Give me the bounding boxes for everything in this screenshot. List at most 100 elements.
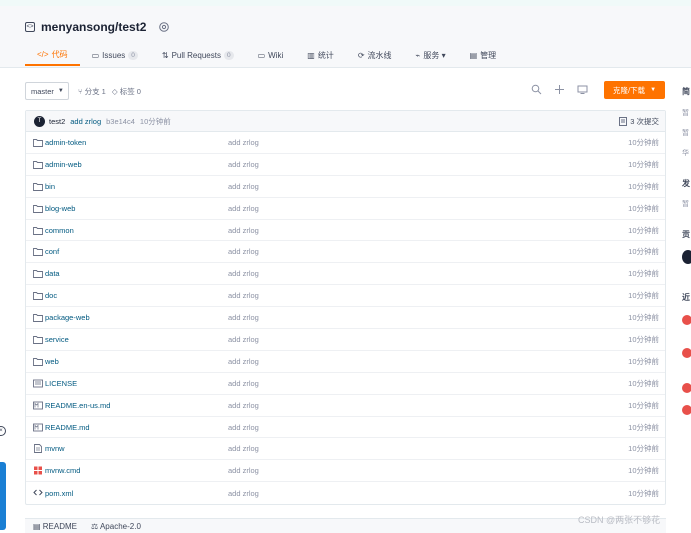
table-row: mvnw add zrlog 10分钟前 (26, 438, 665, 461)
file-name-link[interactable]: admin-token (45, 138, 86, 147)
file-table: T test2 add zrlog b3e14c4 10分钟前 3 次提交 ad… (25, 110, 666, 506)
file-commit-time: 10分钟前 (628, 225, 659, 235)
contributor-avatar[interactable] (682, 250, 691, 264)
recent-activity-dot[interactable] (682, 348, 691, 358)
file-name-link[interactable]: admin-web (45, 160, 82, 169)
file-name-link[interactable]: README.md (45, 423, 90, 432)
search-icon[interactable] (531, 84, 542, 95)
table-row: doc add zrlog 10分钟前 (26, 285, 665, 308)
file-name-link[interactable]: web (45, 357, 59, 366)
code-icon: </> (37, 49, 49, 59)
recent-activity-dot[interactable] (682, 315, 691, 325)
repo-title-link[interactable]: menyansong/test2 (41, 20, 146, 34)
file-commit-message[interactable]: add zrlog (228, 226, 259, 235)
file-commit-time: 10分钟前 (628, 247, 659, 257)
clone-download-button[interactable]: 克隆/下载 ▼ (604, 81, 665, 99)
plus-icon[interactable] (554, 84, 565, 95)
file-name-link[interactable]: service (45, 335, 69, 344)
file-commit-message[interactable]: add zrlog (228, 444, 259, 453)
tab-3[interactable]: ▭ Wiki (246, 44, 296, 66)
book-icon: ▤ (33, 521, 43, 531)
tab-count-badge: 0 (128, 50, 138, 60)
file-name-link[interactable]: doc (45, 291, 57, 300)
commit-hash[interactable]: b3e14c4 (106, 117, 135, 126)
clone-download-label: 克隆/下载 (612, 85, 646, 95)
table-row: admin-token add zrlog 10分钟前 (26, 132, 665, 154)
tab-0[interactable]: </> 代码 (25, 44, 80, 66)
avatar[interactable]: T (34, 115, 45, 127)
tab-2[interactable]: ⇅ Pull Requests 0 (150, 44, 246, 66)
file-commit-message[interactable]: add zrlog (228, 247, 259, 256)
folder-icon (33, 226, 43, 235)
file-commit-message[interactable]: add zrlog (228, 489, 259, 498)
folder-icon (33, 357, 43, 366)
pipeline-icon: ⟳ (357, 50, 365, 60)
file-name-link[interactable]: data (45, 269, 60, 278)
file-commit-message[interactable]: add zrlog (228, 138, 259, 147)
code-file-icon (33, 488, 43, 497)
license-icon (33, 379, 43, 388)
file-commit-message[interactable]: add zrlog (228, 269, 259, 278)
file-name-link[interactable]: blog-web (45, 204, 75, 213)
file-name-link[interactable]: LICENSE (45, 379, 77, 388)
file-name-link[interactable]: mvnw (45, 444, 65, 453)
commit-count-link[interactable]: 3 次提交 (619, 116, 659, 127)
branch-count-link[interactable]: ⑂ 分支 1 (78, 86, 106, 97)
file-commit-message[interactable]: add zrlog (228, 379, 259, 388)
file-commit-message[interactable]: add zrlog (228, 423, 259, 432)
file-commit-time: 10分钟前 (628, 181, 659, 191)
file-commit-time: 10分钟前 (628, 269, 659, 279)
file-commit-message[interactable]: add zrlog (228, 291, 259, 300)
file-name-link[interactable]: mvnw.cmd (45, 466, 80, 475)
table-row: conf add zrlog 10分钟前 (26, 241, 665, 264)
floating-help-widget[interactable] (0, 462, 6, 530)
commit-message[interactable]: add zrlog (70, 117, 101, 126)
tab-4[interactable]: ▥ 统计 (295, 44, 346, 66)
file-commit-time: 10分钟前 (628, 356, 659, 366)
recent-activity-dot[interactable] (682, 405, 691, 415)
table-row: README.md add zrlog 10分钟前 (26, 417, 665, 439)
folder-icon (33, 291, 43, 301)
file-commit-message[interactable]: add zrlog (228, 357, 259, 366)
tab-6[interactable]: ⌁ 服务 ▾ (404, 44, 458, 66)
tab-5[interactable]: ⟳ 流水线 (346, 44, 404, 66)
table-row: pom.xml add zrlog 10分钟前 (26, 482, 665, 504)
recent-activity-dot[interactable] (682, 383, 691, 393)
tag-count: 标签 0 (119, 87, 141, 96)
file-name-link[interactable]: README.en-us.md (45, 401, 110, 410)
file-commit-time: 10分钟前 (628, 291, 659, 301)
file-name-link[interactable]: package-web (45, 313, 90, 322)
gear-icon[interactable] (158, 21, 170, 33)
readme-tab[interactable]: ▤ README (33, 522, 77, 531)
file-commit-message[interactable]: add zrlog (228, 313, 259, 322)
file-name-link[interactable]: common (45, 226, 74, 235)
table-row: mvnw.cmd add zrlog 10分钟前 (26, 460, 665, 483)
tab-7[interactable]: ▤ 管理 (458, 44, 509, 66)
file-name-link[interactable]: conf (45, 247, 59, 256)
file-commit-message[interactable]: add zrlog (228, 401, 259, 410)
file-list: admin-token add zrlog 10分钟前 admin-web add zr… (26, 132, 665, 504)
commit-user[interactable]: test2 (49, 117, 65, 126)
folder-icon (33, 247, 43, 257)
file-commit-message[interactable]: add zrlog (228, 160, 259, 169)
file-commit-time: 10分钟前 (628, 203, 659, 213)
license-tab[interactable]: ⚖ Apache-2.0 (91, 522, 141, 531)
file-commit-message[interactable]: add zrlog (228, 335, 259, 344)
file-commit-message[interactable]: add zrlog (228, 182, 259, 191)
tag-count-link[interactable]: ◇ 标签 0 (112, 86, 141, 97)
branch-select[interactable]: master ▼ (25, 82, 69, 100)
file-commit-time: 10分钟前 (628, 313, 659, 323)
sidebar-text-3: 华 (682, 150, 689, 157)
file-name-link[interactable]: bin (45, 182, 55, 191)
file-name-link[interactable]: pom.xml (45, 489, 73, 498)
close-icon[interactable]: × (0, 426, 6, 436)
monitor-icon[interactable] (577, 84, 588, 95)
tab-1[interactable]: ▭ Issues 0 (80, 44, 150, 66)
tab-label: 服务 ▾ (423, 50, 446, 60)
windows-icon (33, 466, 43, 475)
license-tab-label: Apache-2.0 (99, 521, 141, 531)
top-strip (0, 0, 691, 6)
file-commit-message[interactable]: add zrlog (228, 204, 259, 213)
file-commit-message[interactable]: add zrlog (228, 466, 259, 475)
tab-label: Pull Requests (171, 50, 221, 60)
